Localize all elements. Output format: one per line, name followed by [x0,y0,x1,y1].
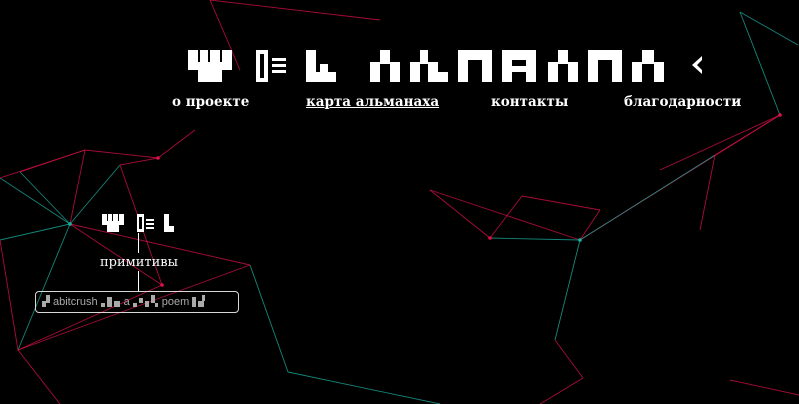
network-edge [554,339,584,379]
network-edge [739,11,799,46]
network-edge [0,239,19,351]
nav-acknowledgements[interactable]: благодарности [624,94,741,110]
pixel-logo-icon [188,48,708,82]
network-edge [579,154,716,241]
network-edge [699,154,716,231]
chevron-left-icon [688,48,706,82]
network-edge [119,157,159,166]
pixel-logo-icon [102,214,174,232]
network-edge [0,177,71,225]
tag-item[interactable]: a [124,296,130,308]
network-edge [554,239,581,341]
network-edge [69,149,86,225]
network-edge [17,223,71,351]
network-edge [287,371,441,404]
network-edge [489,237,581,241]
network-edge [579,209,601,241]
nav-contacts[interactable]: контакты [491,94,568,110]
network-edge [489,195,523,239]
network-edge [249,264,289,373]
node-connector-bottom [138,271,139,291]
pixel-glyph-icon [42,294,50,310]
network-edge [84,149,159,159]
network-edge [0,149,86,179]
network-edge [157,129,196,159]
nav-about[interactable]: о проекте [172,94,249,110]
network-edge [429,189,581,241]
main-nav: о проекте карта альманаха контакты благо… [0,94,799,114]
network-edge [539,377,584,404]
network-node [488,236,492,240]
network-edge [19,171,71,225]
pixel-glyph-icon [192,294,206,310]
network-node [68,222,72,226]
node-connector-top [138,233,139,253]
network-edge [429,189,491,239]
tag-item[interactable]: abitcrush [53,296,98,308]
nav-almanac-map[interactable]: карта альманаха [306,94,439,110]
network-node [156,156,160,160]
network-node [160,283,164,287]
network-edge [209,0,381,21]
network-node [578,238,582,242]
pixel-glyph-icon [100,295,121,310]
tag-item[interactable]: poem [162,296,190,308]
network-edge [659,114,781,171]
network-edge [521,195,601,211]
tag-box[interactable]: abitcrush a poem [35,291,239,313]
network-edge [729,379,799,396]
site-logo[interactable] [188,48,706,82]
node-label[interactable]: примитивы [100,255,178,270]
network-edge [17,349,61,404]
pixel-glyph-icon [132,294,159,310]
network-edge [0,223,71,241]
